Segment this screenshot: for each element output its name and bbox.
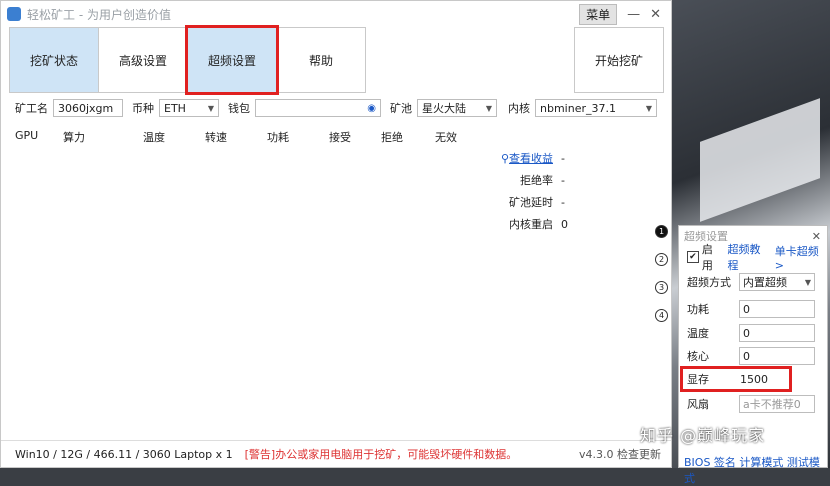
watermark-text: 知乎 @巅峰玩家 (640, 426, 766, 445)
side-number-list: 1 2 3 4 (655, 225, 668, 337)
eye-icon[interactable]: ◉ (367, 103, 376, 114)
tab-overclock-settings[interactable]: 超频设置 (185, 25, 279, 95)
pool-value: 星火大陆 (422, 102, 466, 115)
close-icon[interactable]: ✕ (650, 7, 661, 22)
fan-input[interactable]: a卡不推荐0 (739, 395, 815, 413)
reject-rate-label: 拒绝率 (520, 174, 553, 187)
pool-label: 矿池 (390, 102, 412, 115)
minimize-icon[interactable]: — (627, 7, 640, 22)
chevron-down-icon: ▼ (207, 103, 214, 113)
temp-label: 温度 (687, 327, 709, 340)
enable-label: 启用 (701, 243, 713, 272)
number-badge-4[interactable]: 4 (655, 309, 668, 322)
col-fan: 转速 (205, 131, 227, 144)
main-window: 轻松矿工 - 为用户创造价值 菜单 — ✕ 挖矿状态 高级设置 超频设置 帮助 … (0, 0, 672, 468)
power-label: 功耗 (687, 303, 709, 316)
title-bar: 轻松矿工 - 为用户创造价值 菜单 — ✕ (1, 1, 671, 27)
col-invalid: 无效 (435, 131, 457, 144)
search-icon: ⚲ (500, 152, 509, 165)
enable-checkbox[interactable]: ✔ (687, 251, 699, 263)
oc-mode-select[interactable]: 内置超频 ▼ (739, 273, 815, 291)
view-earnings-link[interactable]: ⚲查看收益 (495, 150, 553, 166)
version-update-link[interactable]: v4.3.0 检查更新 (579, 446, 661, 462)
chevron-down-icon: ▼ (804, 277, 811, 287)
col-rejected: 拒绝 (381, 131, 403, 144)
memory-input[interactable]: 1500 (737, 370, 785, 388)
col-temp: 温度 (143, 131, 165, 144)
bios-mode-links[interactable]: BIOS 签名 计算模式 测试模式 (684, 454, 830, 486)
fan-row: 风扇 a卡不推荐0 (687, 394, 815, 414)
stats-panel: ⚲查看收益 - 拒绝率 - 矿池延时 - 内核重启 0 (495, 147, 568, 235)
enable-row: ✔ 启用 超频教程 单卡超频> (687, 243, 827, 272)
col-hashrate: 算力 (63, 131, 85, 144)
memory-label: 显存 (687, 373, 709, 386)
coin-label: 币种 (132, 102, 154, 115)
fan-label: 风扇 (687, 398, 709, 411)
status-bar: Win10 / 12G / 466.11 / 3060 Laptop x 1 [… (1, 440, 671, 467)
oc-mode-value: 内置超频 (743, 276, 787, 289)
oc-mode-row: 超频方式 内置超频 ▼ (687, 272, 815, 292)
temp-input[interactable]: 0 (739, 324, 815, 342)
kernel-value: nbminer_37.1 (540, 101, 616, 115)
pool-latency-value: - (561, 195, 565, 209)
kernel-label: 内核 (508, 102, 530, 115)
power-row: 功耗 0 (687, 299, 815, 319)
coin-value: ETH (164, 101, 186, 115)
pool-latency-label: 矿池延时 (509, 196, 553, 209)
kernel-restart-label: 内核重启 (509, 218, 553, 231)
single-card-oc-link[interactable]: 单卡超频> (775, 243, 827, 272)
chevron-down-icon: ▼ (645, 103, 652, 113)
tab-mining-status[interactable]: 挖矿状态 (9, 27, 99, 93)
coin-select[interactable]: ETH ▼ (159, 99, 219, 117)
number-badge-3[interactable]: 3 (655, 281, 668, 294)
view-earnings-label: 查看收益 (509, 152, 553, 165)
earnings-value: - (561, 151, 565, 165)
system-info: Win10 / 12G / 466.11 / 3060 Laptop x 1 (15, 447, 233, 461)
tab-advanced-settings[interactable]: 高级设置 (98, 27, 188, 93)
number-badge-2[interactable]: 2 (655, 253, 668, 266)
close-icon[interactable]: ✕ (812, 230, 821, 243)
tab-help[interactable]: 帮助 (276, 27, 366, 93)
config-row: 矿工名 3060jxgm 币种 ETH ▼ 钱包 ◉ 矿池 星火大陆 ▼ 内核 nb… (1, 97, 671, 119)
wallet-input[interactable]: ◉ (255, 99, 381, 117)
col-power: 功耗 (267, 131, 289, 144)
core-label: 核心 (687, 350, 709, 363)
memory-row: 显存 1500 (680, 366, 792, 392)
oc-tutorial-link[interactable]: 超频教程 (727, 241, 770, 273)
gpu-table-header: GPU 算力 温度 转速 功耗 接受 拒绝 无效 (15, 129, 475, 145)
temp-row: 温度 0 (687, 323, 815, 343)
worker-label: 矿工名 (15, 102, 48, 115)
core-row: 核心 0 (687, 346, 815, 366)
reject-rate-value: - (561, 173, 565, 187)
col-gpu: GPU (15, 129, 39, 142)
tab-bar: 挖矿状态 高级设置 超频设置 帮助 开始挖矿 (9, 25, 664, 95)
core-input[interactable]: 0 (739, 347, 815, 365)
oc-mode-label: 超频方式 (687, 276, 731, 289)
number-badge-1[interactable]: 1 (655, 225, 668, 238)
menu-button[interactable]: 菜单 (579, 3, 618, 25)
kernel-restart-value: 0 (561, 217, 568, 231)
window-title: 轻松矿工 - 为用户创造价值 (27, 7, 171, 22)
wallet-label: 钱包 (228, 102, 250, 115)
warning-text: [警告]办公或家用电脑用于挖矿，可能毁坏硬件和数据。 (244, 448, 518, 461)
col-accepted: 接受 (329, 131, 351, 144)
power-input[interactable]: 0 (739, 300, 815, 318)
app-logo-icon (7, 7, 21, 21)
pool-select[interactable]: 星火大陆 ▼ (417, 99, 497, 117)
kernel-select[interactable]: nbminer_37.1 ▼ (535, 99, 657, 117)
chevron-down-icon: ▼ (485, 103, 492, 113)
start-mining-button[interactable]: 开始挖矿 (574, 27, 664, 93)
worker-input[interactable]: 3060jxgm (53, 99, 123, 117)
